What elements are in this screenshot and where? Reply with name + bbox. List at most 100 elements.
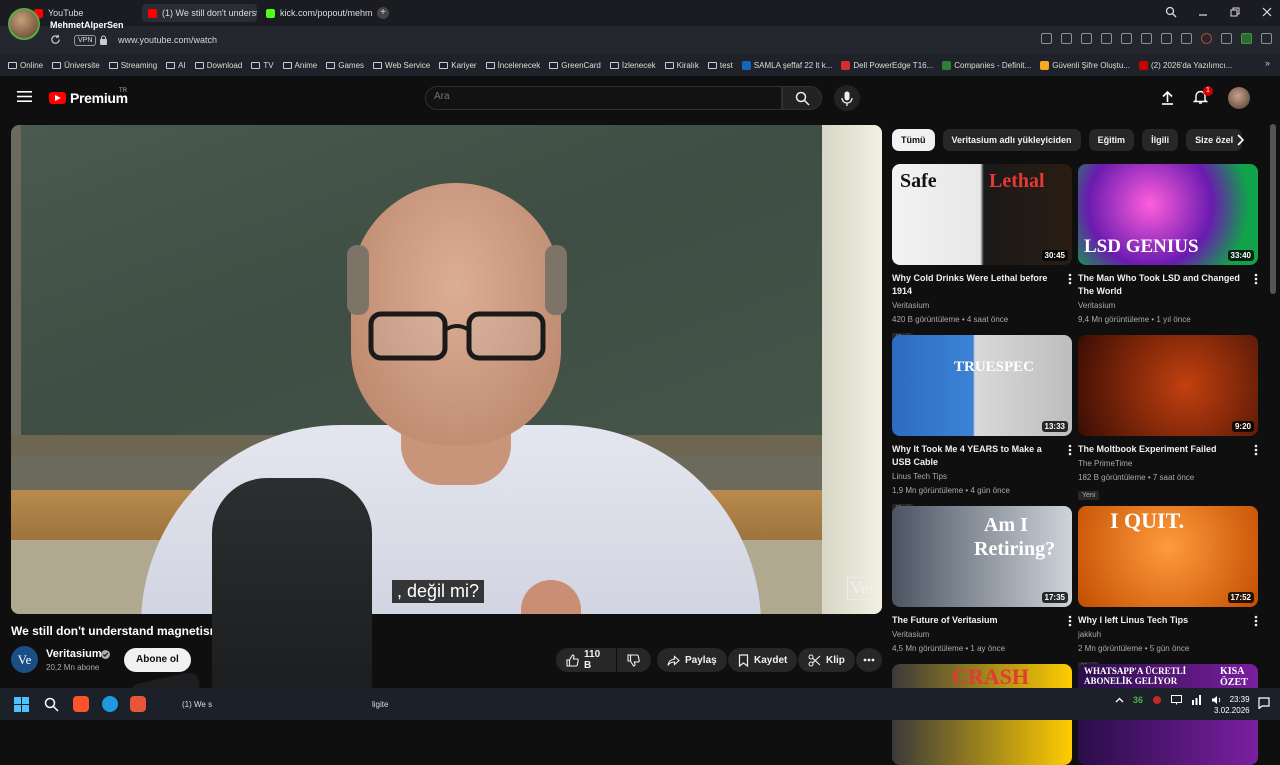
notification-center-icon[interactable] xyxy=(1258,697,1270,709)
search-input[interactable] xyxy=(434,91,764,102)
upload-icon[interactable] xyxy=(1160,90,1175,105)
video-channel[interactable]: Veritasium xyxy=(892,299,1072,312)
voice-search-button[interactable] xyxy=(834,85,860,111)
bookmark-item[interactable]: Güvenli Şifre Oluştu... xyxy=(1040,60,1130,70)
bookmark-item[interactable]: TV xyxy=(251,61,274,70)
video-title-link[interactable]: The Future of Veritasium xyxy=(892,614,1060,627)
restore-icon[interactable] xyxy=(1228,5,1242,19)
video-title-link[interactable]: Why I left Linus Tech Tips xyxy=(1078,614,1246,627)
shield-icon[interactable] xyxy=(1081,33,1092,44)
hamburger-menu-icon[interactable] xyxy=(17,90,32,103)
bookmark-item[interactable]: test xyxy=(707,61,733,70)
minimize-icon[interactable] xyxy=(1196,5,1210,19)
bookmark-item[interactable]: İncelenecek xyxy=(485,61,540,70)
tab-kick[interactable]: kick.com/popout/mehmet xyxy=(260,4,372,22)
network-icon[interactable] xyxy=(1191,695,1202,705)
video-thumbnail[interactable]: TRUESPEC 13:33 xyxy=(892,335,1072,436)
player-icon[interactable] xyxy=(1101,33,1112,44)
recommendation-card[interactable]: LSD GENIUS 33:40 The Man Who Took LSD and … xyxy=(1078,164,1258,326)
video-thumbnail[interactable]: Am I Retiring? 17:35 xyxy=(892,506,1072,607)
taskbar-search-icon[interactable] xyxy=(44,697,59,712)
dislike-button[interactable] xyxy=(617,648,651,672)
display-icon[interactable] xyxy=(1171,695,1183,705)
bookmarks-more-icon[interactable]: » xyxy=(1265,58,1270,68)
clip-button[interactable]: Klip xyxy=(798,648,855,672)
profile-avatar[interactable] xyxy=(8,8,40,40)
user-icon[interactable] xyxy=(1181,33,1192,44)
recommendation-card[interactable]: I QUIT. 17:52 Why I left Linus Tech Tips ja… xyxy=(1078,506,1258,673)
vpn-button[interactable]: VPN xyxy=(74,35,97,46)
video-thumbnail[interactable]: 9:20 xyxy=(1078,335,1258,436)
bookmark-item[interactable]: İzlenecek xyxy=(609,61,656,70)
channel-avatar[interactable]: Ve xyxy=(11,646,38,673)
channel-name[interactable]: Veritasium xyxy=(46,648,102,660)
bookmark-item[interactable]: Download xyxy=(194,61,242,70)
taskbar-window-label[interactable]: (1) We s xyxy=(182,700,212,709)
more-vertical-icon[interactable] xyxy=(1254,273,1258,285)
tab-active-video[interactable]: (1) We still don't understa xyxy=(142,4,257,22)
video-title-link[interactable]: Why Cold Drinks Were Lethal before 1914 xyxy=(892,272,1060,298)
subscribe-button[interactable]: Abone ol xyxy=(124,648,191,672)
bookmark-item[interactable]: SAMLA şeffaf 22 lt k... xyxy=(741,60,832,70)
bookmark-item[interactable]: GreenCard xyxy=(549,61,601,70)
extension-chrome-icon[interactable] xyxy=(1201,33,1212,44)
extension-green-icon[interactable] xyxy=(1241,33,1252,44)
search-tabs-icon[interactable] xyxy=(1164,5,1178,19)
scrollbar[interactable] xyxy=(1270,124,1276,294)
account-avatar[interactable] xyxy=(1228,87,1250,109)
more-vertical-icon[interactable] xyxy=(1068,615,1072,627)
search-button[interactable] xyxy=(782,86,822,110)
video-thumbnail[interactable]: LSD GENIUS 33:40 xyxy=(1078,164,1258,265)
close-icon[interactable] xyxy=(1260,5,1274,19)
bookmark-item[interactable]: Companies - Definit... xyxy=(942,60,1031,70)
more-vertical-icon[interactable] xyxy=(1068,444,1072,456)
bookmark-item[interactable]: (2) 2026'da Yazılımcı... xyxy=(1139,60,1232,70)
like-button[interactable]: 110 B xyxy=(556,648,616,672)
video-thumbnail[interactable]: Safe Lethal 30:45 xyxy=(892,164,1072,265)
url-field[interactable]: www.youtube.com/watch xyxy=(118,35,217,45)
share-page-icon[interactable] xyxy=(1041,33,1052,44)
bookmark-item[interactable]: Streaming xyxy=(108,61,157,70)
video-channel[interactable]: Veritasium xyxy=(1078,299,1258,312)
menu-list-icon[interactable] xyxy=(1161,33,1172,44)
filter-chip[interactable]: İlgili xyxy=(1142,129,1179,151)
recommendation-card[interactable]: TRUESPEC 13:33 Why It Took Me 4 YEARS to M… xyxy=(892,335,1072,515)
new-tab-button[interactable]: + xyxy=(377,7,389,19)
more-actions-button[interactable] xyxy=(856,648,882,672)
video-channel[interactable]: The PrimeTime xyxy=(1078,457,1258,470)
filter-chip[interactable]: Eğitim xyxy=(1088,129,1135,151)
bookmark-item[interactable]: Online xyxy=(8,61,43,70)
extension-shield-icon[interactable] xyxy=(1221,33,1232,44)
bookmark-item[interactable]: Kariyer xyxy=(439,61,477,70)
reload-icon[interactable] xyxy=(50,34,61,45)
video-title-link[interactable]: Why It Took Me 4 YEARS to Make a USB Cab… xyxy=(892,443,1060,469)
bookmark-item[interactable]: Kiralık xyxy=(664,61,699,70)
bookmark-item[interactable]: Web Service xyxy=(373,61,430,70)
video-title-link[interactable]: The Man Who Took LSD and Changed The Wor… xyxy=(1078,272,1246,298)
video-title-link[interactable]: The Moltbook Experiment Failed xyxy=(1078,443,1246,456)
share-button[interactable]: Paylaş xyxy=(657,648,727,672)
windows-start-icon[interactable] xyxy=(14,697,29,712)
taskbar-clock[interactable]: 23:39 3.02.2026 xyxy=(1214,694,1250,716)
video-channel[interactable]: Veritasium xyxy=(892,628,1072,641)
bookmark-item[interactable]: Üniversite xyxy=(52,61,100,70)
screenshot-icon[interactable] xyxy=(1061,33,1072,44)
recommendation-card[interactable]: Safe Lethal 30:45 Why Cold Drinks Were Leth… xyxy=(892,164,1072,344)
video-channel[interactable]: Linus Tech Tips xyxy=(892,470,1072,483)
video-thumbnail[interactable]: I QUIT. 17:52 xyxy=(1078,506,1258,607)
recommendation-card[interactable]: Am I Retiring? 17:35 The Future of Veritasi… xyxy=(892,506,1072,655)
taskbar-window-label[interactable]: ligite xyxy=(372,700,388,709)
extensions-puzzle-icon[interactable] xyxy=(1261,33,1272,44)
video-channel[interactable]: jakkuh xyxy=(1078,628,1258,641)
app-orange-icon[interactable] xyxy=(130,696,146,712)
bookmark-item[interactable]: AI xyxy=(166,61,186,70)
bookmark-item[interactable]: Anime xyxy=(282,61,317,70)
more-vertical-icon[interactable] xyxy=(1068,273,1072,285)
more-vertical-icon[interactable] xyxy=(1254,615,1258,627)
app-tray-icon[interactable] xyxy=(1152,695,1162,705)
brave-browser-icon[interactable] xyxy=(73,696,89,712)
more-vertical-icon[interactable] xyxy=(1254,444,1258,456)
lock-icon[interactable] xyxy=(99,35,108,45)
video-player[interactable]: Ve , değil mi? xyxy=(11,125,882,614)
filter-chip[interactable]: Tümü xyxy=(892,129,935,151)
